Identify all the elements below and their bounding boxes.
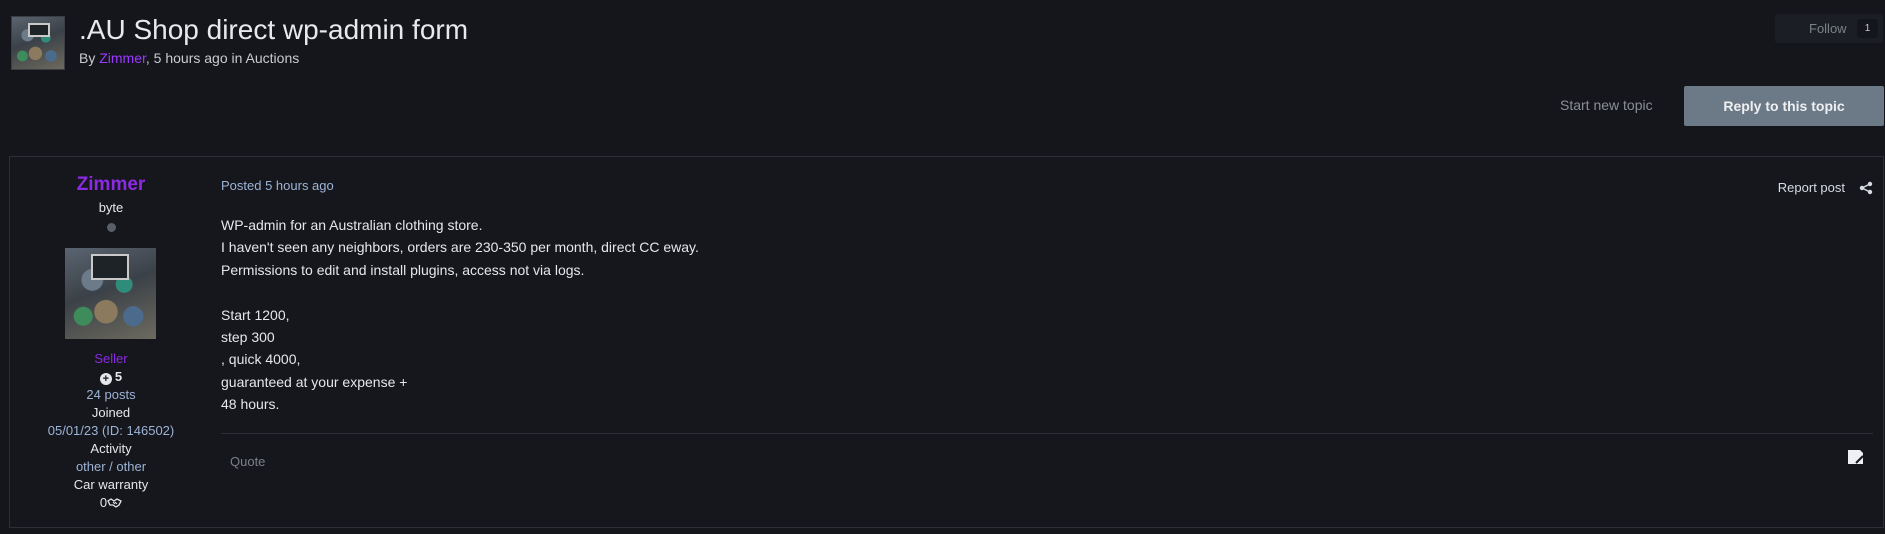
author-posts-link[interactable]: 24 posts — [10, 387, 212, 402]
activity-value: other / other — [75, 459, 147, 474]
follow-count-badge[interactable]: 1 — [1857, 19, 1878, 38]
topic-meta: By Zimmer, 5 hours ago in Auctions — [79, 50, 300, 66]
joined-value: 05/01/23 (ID: 146502) — [47, 423, 175, 438]
activity-label: Activity — [90, 441, 132, 456]
topic-thumbnail[interactable] — [11, 16, 65, 70]
post-line: , quick 4000, — [221, 351, 301, 368]
plus-circle-icon: + — [99, 373, 112, 385]
topic-author-link[interactable]: Zimmer — [99, 50, 146, 66]
author-rank: byte — [98, 200, 124, 215]
reputation-badge: +5 — [10, 369, 212, 385]
post-body: Posted 5 hours ago Report post WP-admin … — [211, 157, 1883, 527]
report-post-link[interactable]: Report post — [1778, 180, 1845, 195]
reply-to-topic-button[interactable]: Reply to this topic — [1684, 86, 1884, 126]
author-name-link[interactable]: Zimmer — [10, 174, 212, 196]
post-timestamp[interactable]: Posted 5 hours ago — [221, 178, 334, 193]
follow-button[interactable]: Follow 1 — [1775, 14, 1883, 43]
post-content: WP-admin for an Australian clothing stor… — [221, 214, 699, 416]
warranty-value: 0 — [10, 495, 212, 510]
offline-status-icon — [107, 223, 116, 232]
warranty-label: Car warranty — [73, 477, 149, 492]
handshake-icon — [107, 498, 122, 508]
author-group: Seller — [94, 351, 128, 366]
post-line: Permissions to edit and install plugins,… — [221, 261, 585, 278]
avatar[interactable] — [65, 248, 156, 339]
joined-label: Joined — [91, 405, 131, 420]
follow-label: Follow — [1809, 21, 1847, 36]
author-panel: Zimmer byte Seller +5 24 posts Joined 05… — [10, 157, 212, 527]
post-line: 48 hours. — [221, 396, 280, 413]
post-line: I haven't seen any neighbors, orders are… — [221, 239, 699, 256]
quote-button[interactable]: Quote — [230, 454, 265, 469]
share-icon[interactable] — [1859, 181, 1873, 195]
post-line: guaranteed at your expense + — [221, 373, 408, 390]
post-line: Start 1200, — [221, 306, 290, 323]
start-new-topic-link[interactable]: Start new topic — [1560, 97, 1653, 113]
post-line: step 300 — [221, 328, 275, 345]
divider — [221, 433, 1873, 434]
flag-icon[interactable] — [1847, 449, 1864, 465]
page-title: .AU Shop direct wp-admin form — [79, 14, 469, 45]
post-line: WP-admin for an Australian clothing stor… — [221, 217, 483, 233]
post-line — [221, 281, 699, 303]
post: Zimmer byte Seller +5 24 posts Joined 05… — [9, 156, 1884, 528]
